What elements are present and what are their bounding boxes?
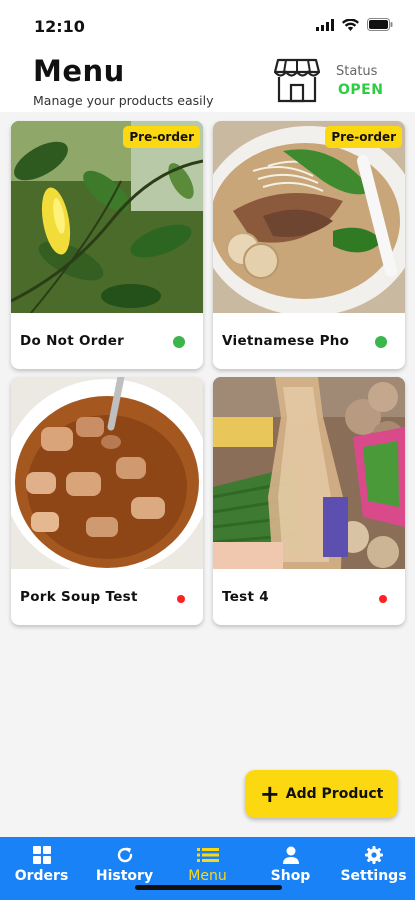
person-icon	[282, 846, 299, 864]
product-card[interactable]: Test 4	[213, 377, 405, 625]
status-value[interactable]: OPEN	[338, 82, 383, 98]
refresh-icon	[117, 847, 132, 863]
preorder-badge: Pre-order	[325, 126, 402, 148]
add-product-button[interactable]: + Add Product	[245, 770, 398, 818]
product-image	[11, 121, 203, 313]
tab-history[interactable]: History	[83, 845, 166, 884]
gear-icon	[364, 846, 383, 864]
tab-label: Settings	[340, 868, 407, 884]
grid-icon	[32, 846, 51, 864]
tab-label: Shop	[270, 868, 311, 884]
product-card[interactable]: Pork Soup Test	[11, 377, 203, 625]
signal-icon	[316, 18, 334, 31]
availability-dot	[177, 595, 185, 603]
page-title: Menu	[33, 54, 125, 88]
add-product-label: Add Product	[285, 786, 384, 802]
availability-dot	[379, 595, 387, 603]
shop-icon[interactable]	[274, 56, 320, 104]
home-indicator	[135, 885, 282, 890]
tab-label: History	[95, 868, 154, 884]
product-name: Pork Soup Test	[20, 589, 138, 605]
product-card[interactable]: Pre-order Vietnamese Pho	[213, 121, 405, 369]
product-card[interactable]: Pre-order Do Not Order	[11, 121, 203, 369]
tab-label: Menu	[188, 868, 227, 884]
page-subtitle: Manage your products easily	[33, 93, 214, 108]
product-image	[11, 377, 203, 569]
preorder-badge: Pre-order	[123, 126, 200, 148]
battery-icon	[367, 18, 393, 31]
product-name: Vietnamese Pho	[222, 333, 350, 349]
wifi-icon	[342, 18, 359, 31]
header: Menu Manage your products easily Status …	[0, 50, 415, 112]
list-icon	[196, 848, 219, 862]
bottom-tab-bar: Orders History Menu Shop Settings	[0, 837, 415, 900]
tab-label: Orders	[14, 868, 69, 884]
status-label: Status	[336, 64, 378, 79]
product-image	[213, 377, 405, 569]
availability-dot	[375, 336, 387, 348]
plus-icon: +	[259, 780, 280, 808]
product-name: Test 4	[222, 589, 269, 605]
availability-dot	[173, 336, 185, 348]
status-time: 12:10	[34, 17, 85, 36]
product-name: Do Not Order	[20, 333, 125, 349]
tab-shop[interactable]: Shop	[249, 845, 332, 884]
status-icons	[316, 18, 393, 31]
tab-menu[interactable]: Menu	[166, 845, 249, 884]
status-bar: 12:10	[0, 0, 415, 50]
tab-settings[interactable]: Settings	[332, 845, 415, 884]
product-image	[213, 121, 405, 313]
tab-orders[interactable]: Orders	[0, 845, 83, 884]
